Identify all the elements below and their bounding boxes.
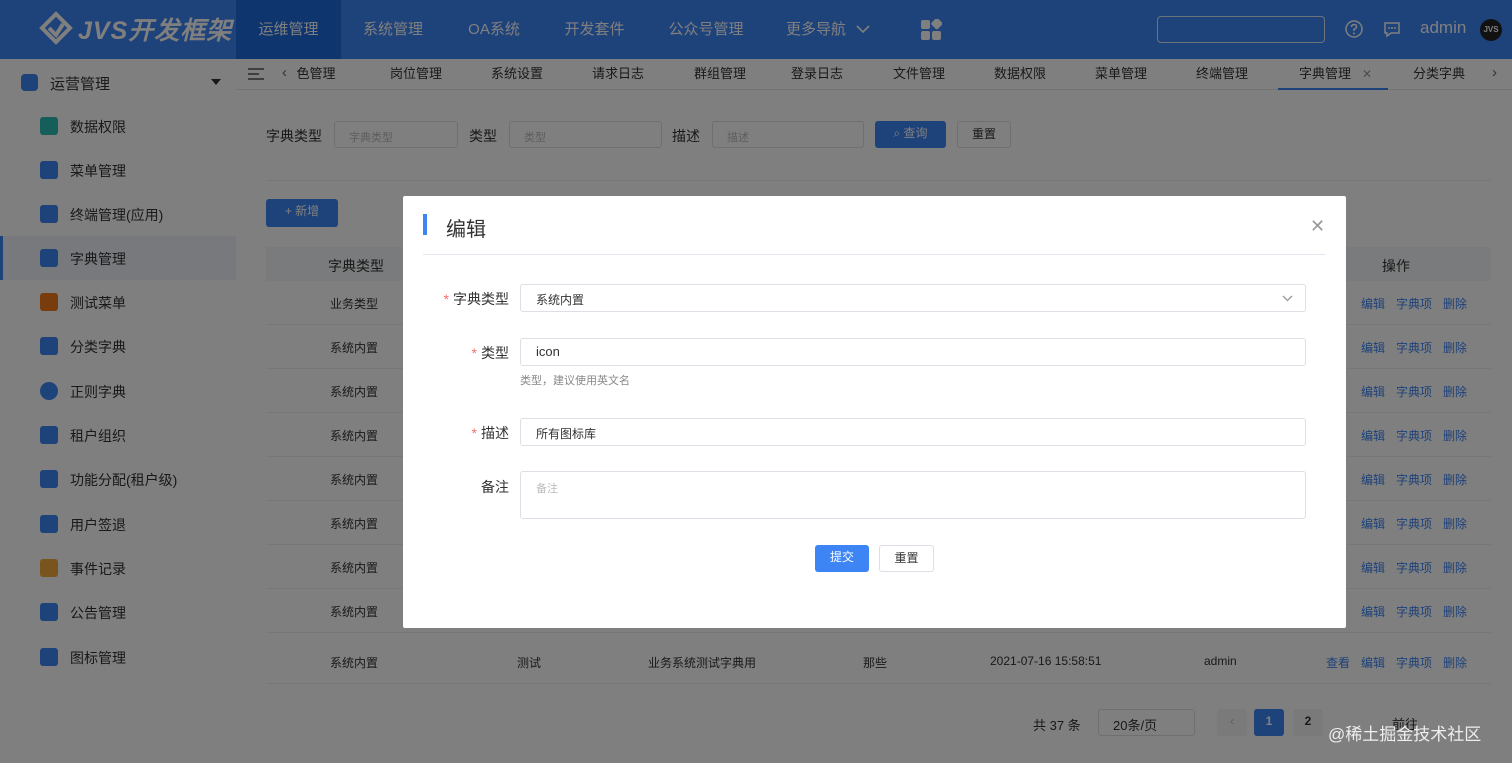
field-label-text: 描述 [481, 425, 509, 441]
required-mark: * [471, 425, 477, 441]
field-label-text: 类型 [481, 345, 509, 361]
field-label-desc: * 描述 [423, 423, 509, 443]
close-icon[interactable]: ✕ [1310, 216, 1325, 237]
watermark: @稀土掘金技术社区 [1328, 725, 1482, 744]
chevron-down-icon [1282, 295, 1293, 302]
field-label-text: 字典类型 [453, 291, 509, 307]
kind-hint: 类型，建议使用英文名 [520, 375, 630, 387]
field-label-remark: 备注 [481, 479, 509, 495]
dialog-divider [423, 254, 1326, 255]
remark-textarea[interactable]: 备注 [520, 471, 1306, 519]
required-mark: * [443, 291, 449, 307]
edit-dialog: 编辑 ✕ * 字典类型 系统内置 * 类型 icon 类型，建议使用英文名 * 描述 … [403, 196, 1346, 628]
dialog-title: 编辑 [446, 219, 486, 241]
required-mark: * [471, 345, 477, 361]
dict-type-select[interactable]: 系统内置 [520, 284, 1306, 312]
field-label-dict-type: * 字典类型 [423, 289, 509, 309]
submit-button[interactable]: 提交 [815, 545, 869, 572]
dict-type-value: 系统内置 [536, 293, 585, 307]
kind-input[interactable]: icon [520, 338, 1306, 366]
field-label-kind: * 类型 [423, 343, 509, 363]
title-accent-bar [423, 214, 427, 235]
desc-input[interactable]: 所有图标库 [520, 418, 1306, 446]
dialog-reset-button[interactable]: 重置 [879, 545, 934, 572]
